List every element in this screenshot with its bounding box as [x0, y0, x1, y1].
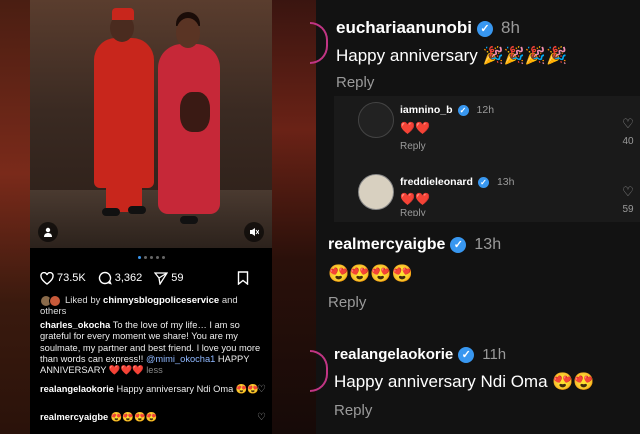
username-text: freddieleonard: [400, 176, 473, 188]
bookmark-icon[interactable]: [237, 271, 252, 285]
reply-button[interactable]: Reply: [400, 141, 426, 152]
username-text: iamnino_b: [400, 104, 453, 116]
comment-time: 13h: [474, 236, 502, 253]
caption-username[interactable]: charles_okocha: [40, 320, 110, 330]
post-photo[interactable]: [30, 0, 272, 248]
reply-button[interactable]: Reply: [334, 402, 372, 419]
mute-icon[interactable]: [244, 222, 264, 242]
comment-text: 😍😍😍😍: [108, 412, 158, 422]
post-caption: charles_okocha To the love of my life… I…: [40, 320, 266, 376]
carousel-dots: [138, 256, 165, 259]
username-text: realangelaokorie: [334, 346, 454, 363]
comment-text: Happy anniversary 🎉🎉🎉🎉: [336, 46, 568, 65]
comment-icon: [98, 271, 112, 285]
heart-icon[interactable]: ♡: [257, 412, 266, 423]
photo-woman-head: [176, 18, 200, 48]
photo-face-print: [180, 92, 210, 132]
photo-man: [94, 38, 154, 188]
replies-thread: iamnino_b ✓ 12h ❤️❤️ Reply ♡ 40 freddieleo…: [334, 96, 640, 222]
photo-shoe: [128, 206, 146, 214]
avatar[interactable]: [310, 350, 328, 392]
caption-mention[interactable]: @mimi_okocha1: [146, 354, 215, 364]
comment-action[interactable]: 3,362: [98, 271, 143, 285]
verified-icon: ✓: [477, 176, 489, 188]
photo-shoe: [102, 208, 120, 216]
carousel-dot: [144, 256, 147, 259]
username-text: eucharia​anunobi: [336, 18, 473, 37]
photo-floor: [30, 190, 272, 248]
comment-username[interactable]: realangelaokorie: [40, 384, 114, 394]
like-count: 59: [622, 204, 634, 215]
carousel-dot: [156, 256, 159, 259]
verified-icon: ✓: [458, 347, 475, 364]
carousel-dot: [138, 256, 141, 259]
verified-icon: ✓: [477, 20, 494, 37]
comments-count: 3,362: [114, 272, 143, 284]
comment-text: Happy anniversary Ndi Oma 😍😍: [334, 372, 595, 391]
liked-by-avatars: [40, 295, 62, 308]
reply-text: ❤️❤️: [400, 121, 430, 135]
reply-text: ❤️❤️: [400, 192, 430, 206]
avatar[interactable]: [358, 102, 394, 138]
reply-username[interactable]: iamnino_b ✓ 12h: [400, 104, 494, 116]
avatar[interactable]: [310, 22, 328, 64]
comment-time: 11h: [482, 346, 507, 363]
comment-username[interactable]: eucharia​anunobi ✓ 8h: [336, 18, 520, 38]
reply-button[interactable]: Reply: [336, 74, 374, 91]
liked-by: Liked by chinnysblogpoliceservice and ot…: [40, 295, 266, 317]
liked-by-user[interactable]: chinnysblogpoliceservice: [103, 295, 219, 306]
comments-panel: eucharia​anunobi ✓ 8h Happy anniversary 🎉🎉…: [310, 0, 640, 434]
instagram-post: 73.5K 3,362 59 Liked by chinnysblogpolic…: [30, 0, 272, 434]
carousel-dot: [162, 256, 165, 259]
heart-icon[interactable]: ♡: [618, 184, 638, 200]
photo-man-hat: [112, 8, 134, 20]
tagged-users-icon[interactable]: [38, 222, 58, 242]
verified-icon: ✓: [450, 236, 467, 253]
send-icon: [154, 271, 169, 285]
comment-time: 8h: [501, 18, 520, 37]
photo-shoe: [180, 216, 198, 224]
comment-text: 😍😍😍😍: [328, 264, 413, 283]
share-action[interactable]: 59: [154, 271, 184, 285]
reply-time: 12h: [476, 104, 495, 116]
carousel-dot: [150, 256, 153, 259]
reply-button[interactable]: Reply: [328, 294, 366, 311]
comment-text: Happy anniversary Ndi Oma 😍😍: [113, 384, 259, 394]
heart-icon[interactable]: ♡: [257, 384, 266, 395]
liked-by-prefix: Liked by: [65, 295, 104, 306]
verified-icon: ✓: [457, 104, 469, 116]
reply-username[interactable]: freddieleonard ✓ 13h: [400, 176, 514, 188]
heart-icon[interactable]: ♡: [618, 116, 638, 132]
avatar[interactable]: [358, 174, 394, 210]
shares-count: 59: [171, 272, 184, 284]
like-action[interactable]: 73.5K: [40, 271, 86, 285]
post-comment: realangelaokorie Happy anniversary Ndi O…: [40, 384, 266, 395]
comment-username[interactable]: realmercyaigbe ✓ 13h: [328, 236, 501, 254]
username-text: realmercyaigbe: [328, 236, 446, 253]
reply-time: 13h: [496, 176, 515, 188]
caption-less-link[interactable]: less: [146, 365, 163, 375]
reply-button[interactable]: Reply: [400, 208, 426, 216]
likes-count: 73.5K: [57, 272, 86, 284]
comment-username[interactable]: realangelaokorie ✓ 11h: [334, 346, 507, 364]
like-count: 40: [622, 136, 634, 147]
comment-username[interactable]: realmercyaigbe: [40, 412, 108, 422]
post-actions: 73.5K 3,362 59: [40, 268, 264, 288]
blurred-left-strip: [0, 0, 30, 434]
post-comment: realmercyaigbe 😍😍😍😍 ♡: [40, 412, 266, 423]
heart-icon: [40, 271, 54, 285]
